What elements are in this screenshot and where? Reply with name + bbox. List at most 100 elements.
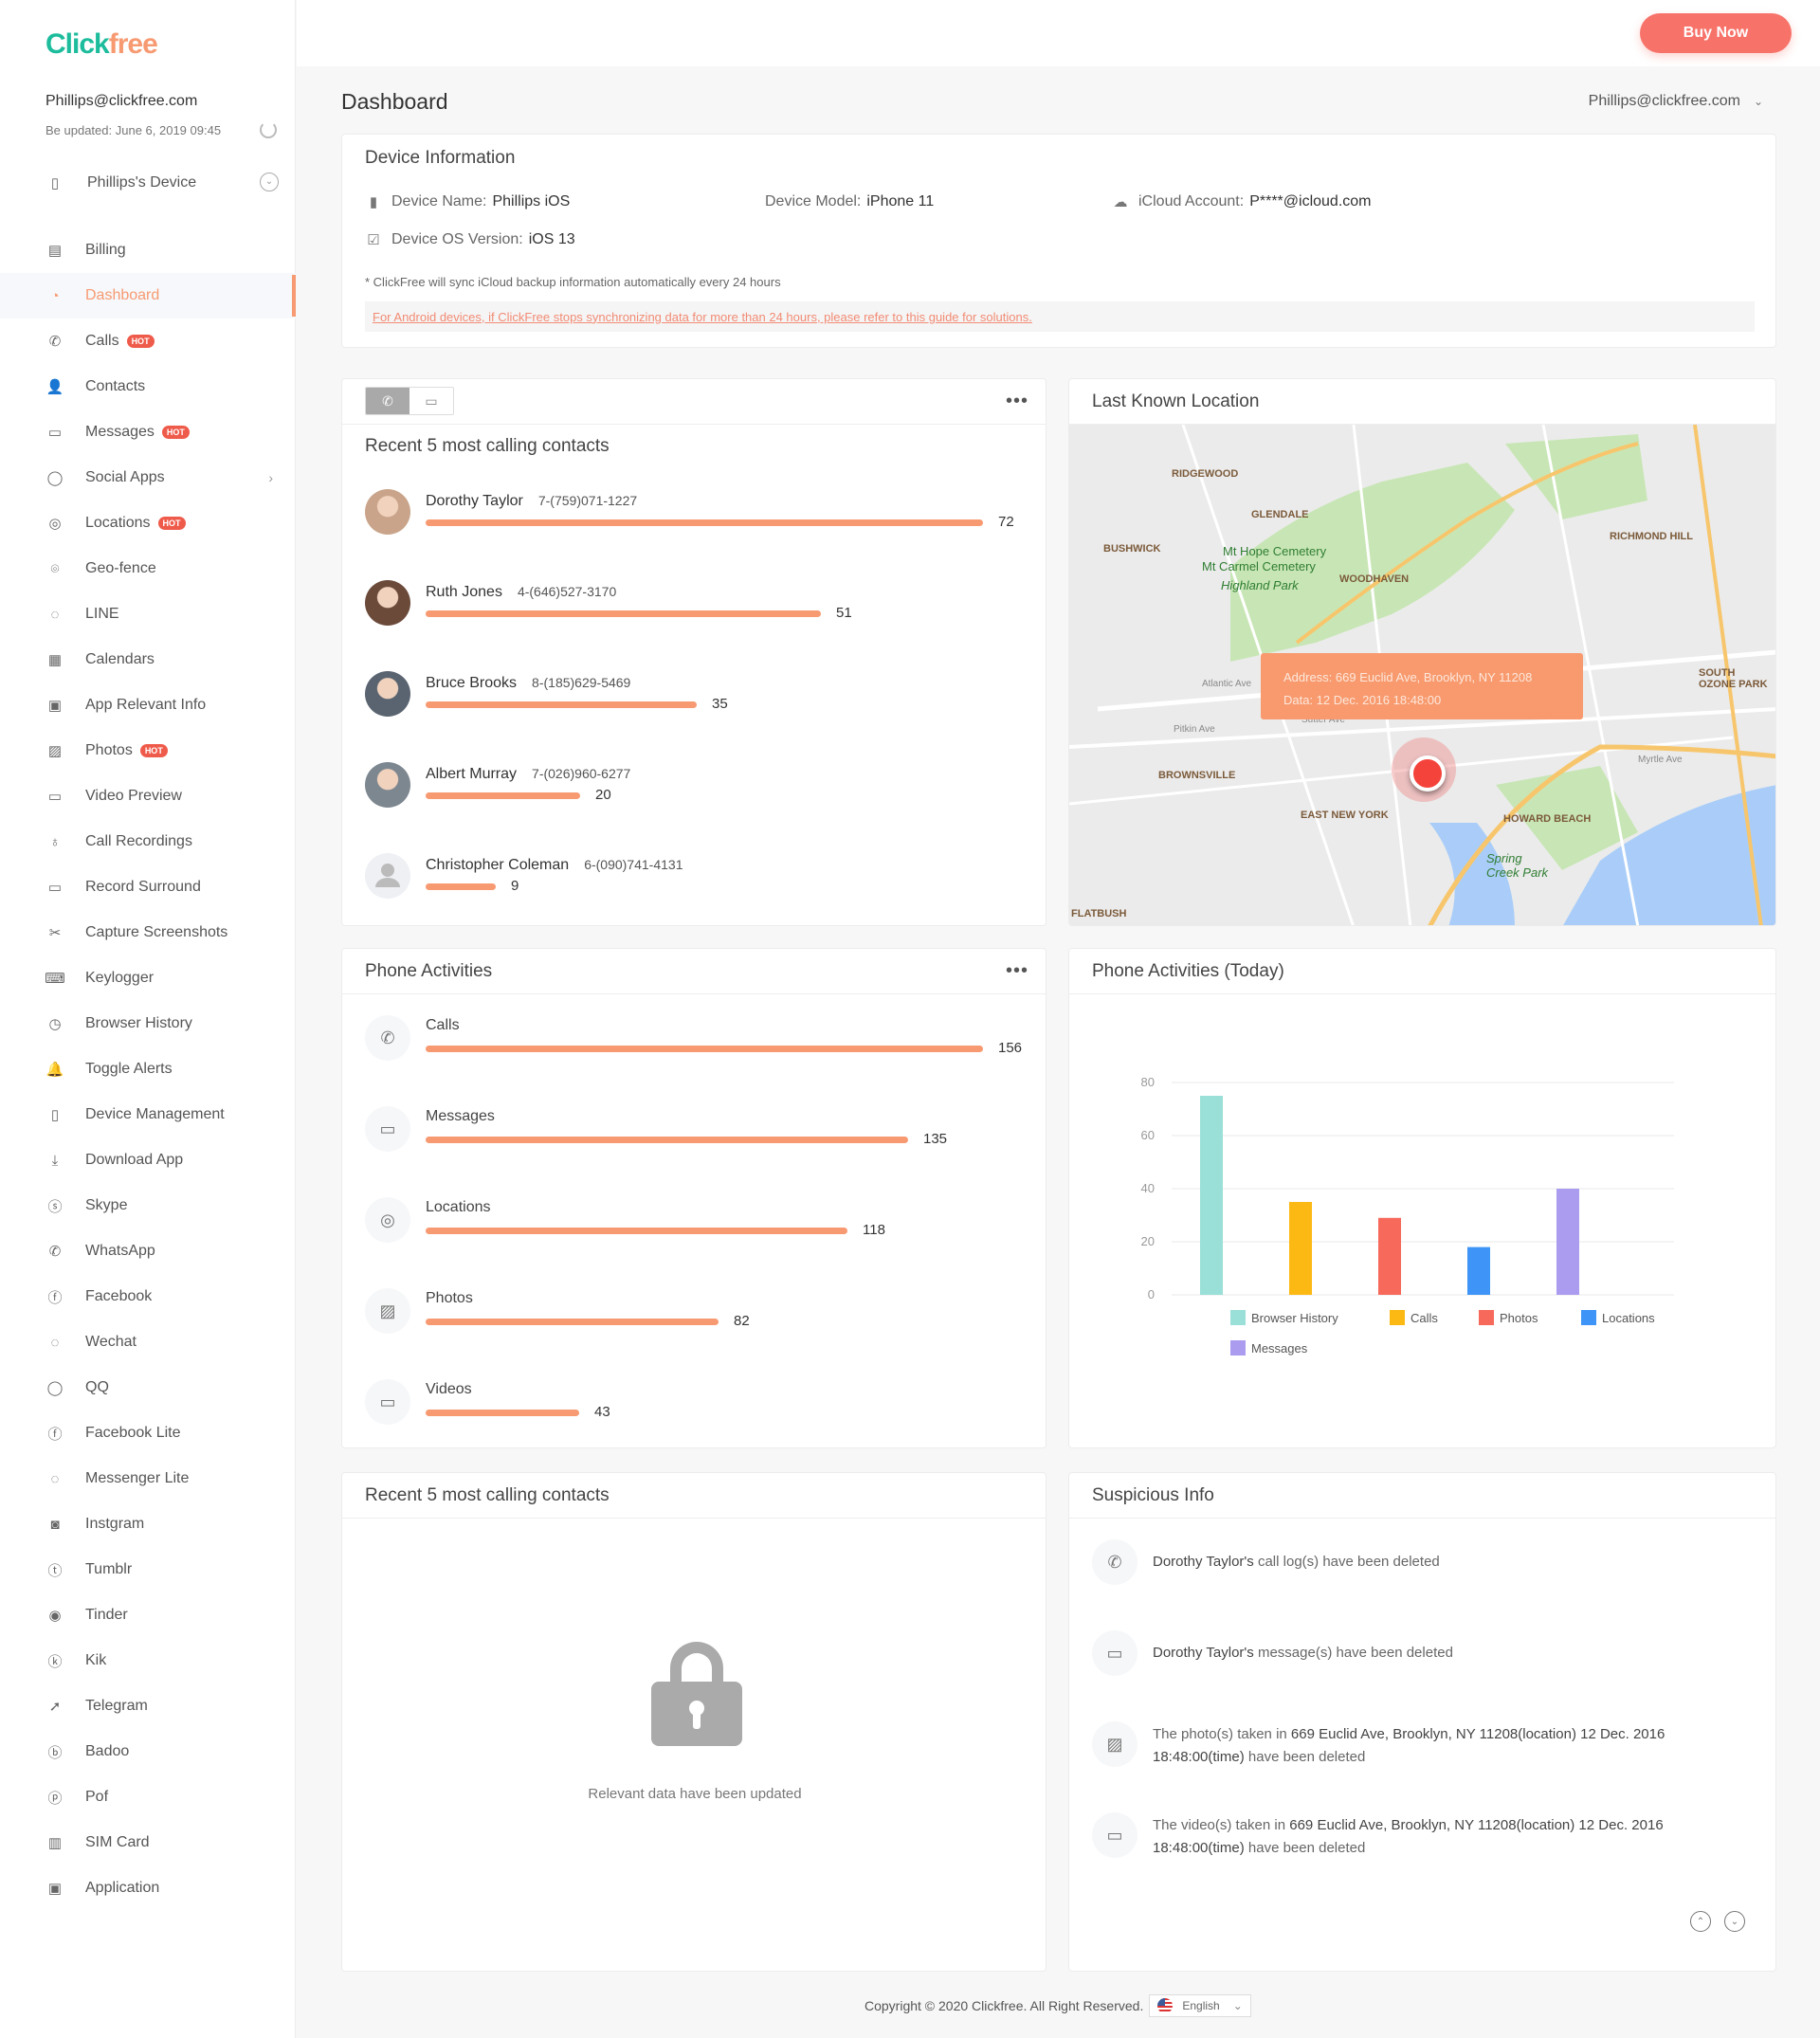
clickfree-logo[interactable]: Clickfree: [46, 28, 158, 61]
list-item[interactable]: ▭ Videos 43: [365, 1379, 1028, 1436]
skype-icon: ⓢ: [47, 1198, 63, 1215]
list-item[interactable]: Albert Murray 7-(026)960-6277 20: [365, 762, 1028, 819]
sidebar-item-wechat[interactable]: ◌ Wechat: [0, 1319, 296, 1365]
tab-calls[interactable]: ✆: [366, 388, 410, 414]
sidebar-item-tinder[interactable]: ◉ Tinder: [0, 1592, 296, 1638]
sidebar-item-video-preview[interactable]: ▭ Video Preview: [0, 773, 296, 819]
location-pin-icon: ◎: [48, 516, 62, 532]
language-selector[interactable]: English ⌄: [1149, 1994, 1251, 2017]
tab-messages[interactable]: ▭: [410, 388, 453, 414]
sidebar-item-pof[interactable]: ⓟ Pof: [0, 1774, 296, 1820]
sidebar-item-facebook-lite[interactable]: ⓕ Facebook Lite: [0, 1410, 296, 1456]
call-count-bar: [426, 701, 697, 708]
sidebar-item-download-app[interactable]: ⤓ Download App: [0, 1137, 296, 1183]
more-options-icon[interactable]: •••: [1006, 391, 1028, 412]
more-options-icon[interactable]: •••: [1006, 960, 1028, 982]
sidebar-item-dashboard[interactable]: ◔ Dashboard: [0, 273, 296, 318]
avatar: [365, 762, 410, 808]
device-name-field: ▮ Device Name: Phillips iOS: [365, 193, 570, 210]
chevron-up-icon: ⌃: [1696, 1916, 1705, 1927]
legend-label: Photos: [1500, 1311, 1538, 1325]
android-guide-link[interactable]: For Android devices, if ClickFree stops …: [365, 301, 1755, 332]
sidebar-item-line[interactable]: ◌ LINE: [0, 591, 296, 637]
list-item[interactable]: Christopher Coleman 6-(090)741-4131 9: [365, 853, 1028, 910]
sidebar-item-facebook[interactable]: ⓕ Facebook: [0, 1274, 296, 1319]
sidebar-item-label: Contacts: [85, 378, 146, 394]
sidebar-item-label: Locations: [85, 515, 151, 531]
facebook-icon: ⓕ: [47, 1289, 63, 1306]
sidebar-item-contacts[interactable]: 👤 Contacts: [0, 364, 296, 409]
location-map[interactable]: RIDGEWOOD GLENDALE BUSHWICK WOODHAVEN RI…: [1069, 425, 1775, 925]
chevron-down-icon[interactable]: ⌄: [260, 173, 279, 191]
sidebar-item-app-relevant-info[interactable]: ▣ App Relevant Info: [0, 682, 296, 728]
list-item[interactable]: ▨ The photo(s) taken in 669 Euclid Ave, B…: [1092, 1721, 1756, 1778]
activity-count: 118: [863, 1222, 885, 1238]
map-label: HOWARD BEACH: [1503, 813, 1592, 825]
sidebar-item-calls[interactable]: ✆ Calls HOT: [0, 318, 296, 364]
hot-badge: HOT: [126, 335, 155, 348]
language-label: English: [1182, 1999, 1220, 2012]
sidebar-item-badoo[interactable]: ⓑ Badoo: [0, 1729, 296, 1774]
sidebar-item-social-apps[interactable]: ◯ Social Apps ›: [0, 455, 296, 500]
sidebar-item-geo-fence[interactable]: ⌾ Geo-fence: [0, 546, 296, 591]
contact-name-text: Ruth Jones: [426, 584, 502, 600]
refresh-icon[interactable]: [260, 121, 277, 138]
text-post: have been deleted: [1244, 1749, 1366, 1765]
sidebar-item-sim-card[interactable]: ▥ SIM Card: [0, 1820, 296, 1865]
device-name: Phillips's Device: [87, 174, 197, 191]
location-pin-icon: ◎: [365, 1197, 410, 1243]
chevron-down-icon: ⌄: [1730, 1916, 1739, 1927]
device-selector[interactable]: ▯ Phillips's Device ⌄: [46, 171, 282, 195]
sidebar-item-messenger-lite[interactable]: ◌ Messenger Lite: [0, 1456, 296, 1501]
sidebar-item-locations[interactable]: ◎ Locations HOT: [0, 500, 296, 546]
list-item[interactable]: ▨ Photos 82: [365, 1288, 1028, 1345]
last-known-location-card: Last Known Location RIDGEWOOD GLENDALE B…: [1068, 378, 1776, 926]
user-menu[interactable]: Phillips@clickfree.com ⌄: [1589, 93, 1763, 110]
list-item[interactable]: Bruce Brooks 8-(185)629-5469 35: [365, 671, 1028, 728]
scroll-down-button[interactable]: ⌄: [1724, 1911, 1745, 1932]
sidebar-item-label: Toggle Alerts: [85, 1061, 173, 1077]
sidebar-item-billing[interactable]: ▤ Billing: [0, 227, 296, 273]
scroll-up-button[interactable]: ⌃: [1690, 1911, 1711, 1932]
sidebar-item-skype[interactable]: ⓢ Skype: [0, 1183, 296, 1228]
text-post: message(s) have been deleted: [1253, 1645, 1453, 1661]
sidebar-item-application[interactable]: ▣ Application: [0, 1865, 296, 1911]
list-item[interactable]: ◎ Locations 118: [365, 1197, 1028, 1254]
sidebar-item-kik[interactable]: ⓚ Kik: [0, 1638, 296, 1683]
sidebar-item-capture-screenshots[interactable]: ✂ Capture Screenshots: [0, 910, 296, 955]
sidebar-item-toggle-alerts[interactable]: 🔔 Toggle Alerts: [0, 1046, 296, 1092]
sidebar-item-record-surround[interactable]: ▭ Record Surround: [0, 864, 296, 910]
location-pin-icon[interactable]: [1392, 737, 1456, 802]
bar-messages: [1556, 1189, 1579, 1295]
map-park-label: Mt Hope Cemetery: [1223, 544, 1327, 558]
phone-device-icon: ▮: [369, 194, 378, 210]
list-item[interactable]: ▭ The video(s) taken in 669 Euclid Ave, B…: [1092, 1812, 1756, 1869]
list-item[interactable]: ✆ Calls 156: [365, 1015, 1028, 1072]
sidebar-item-browser-history[interactable]: ◷ Browser History: [0, 1001, 296, 1046]
list-item[interactable]: ✆ Dorothy Taylor's call log(s) have been …: [1092, 1539, 1756, 1596]
sidebar-item-keylogger[interactable]: ⌨ Keylogger: [0, 955, 296, 1001]
sidebar-item-calendars[interactable]: ▦ Calendars: [0, 637, 296, 682]
sidebar-item-device-management[interactable]: ▯ Device Management: [0, 1092, 296, 1137]
sidebar-item-label: Facebook: [85, 1288, 153, 1304]
sidebar-item-telegram[interactable]: ➚ Telegram: [0, 1683, 296, 1729]
buy-now-button[interactable]: Buy Now: [1640, 13, 1792, 53]
sidebar-item-whatsapp[interactable]: ✆ WhatsApp: [0, 1228, 296, 1274]
line-icon: ◌: [50, 606, 60, 623]
sidebar-item-tumblr[interactable]: ⓣ Tumblr: [0, 1547, 296, 1592]
list-item[interactable]: Dorothy Taylor 7-(759)071-1227 72: [365, 489, 1028, 546]
map-label: RICHMOND HILL: [1610, 531, 1693, 542]
list-item[interactable]: Ruth Jones 4-(646)527-3170 51: [365, 580, 1028, 637]
sidebar-item-messages[interactable]: ▭ Messages HOT: [0, 409, 296, 455]
sidebar-item-photos[interactable]: ▨ Photos HOT: [0, 728, 296, 773]
map-park-label: Highland Park: [1221, 578, 1299, 592]
sidebar-item-instgram[interactable]: ◙ Instgram: [0, 1501, 296, 1547]
sidebar-item-qq[interactable]: ◯ QQ: [0, 1365, 296, 1410]
legend-swatch: [1390, 1310, 1405, 1325]
suspicious-text: The photo(s) taken in 669 Euclid Ave, Br…: [1153, 1723, 1740, 1769]
sidebar-item-label: Social Apps: [85, 469, 165, 485]
sidebar-item-call-recordings[interactable]: ♁ Call Recordings: [0, 819, 296, 864]
list-item[interactable]: ▭ Dorothy Taylor's message(s) have been d…: [1092, 1630, 1756, 1687]
screenshot-icon: ✂: [48, 925, 62, 941]
list-item[interactable]: ▭ Messages 135: [365, 1106, 1028, 1163]
